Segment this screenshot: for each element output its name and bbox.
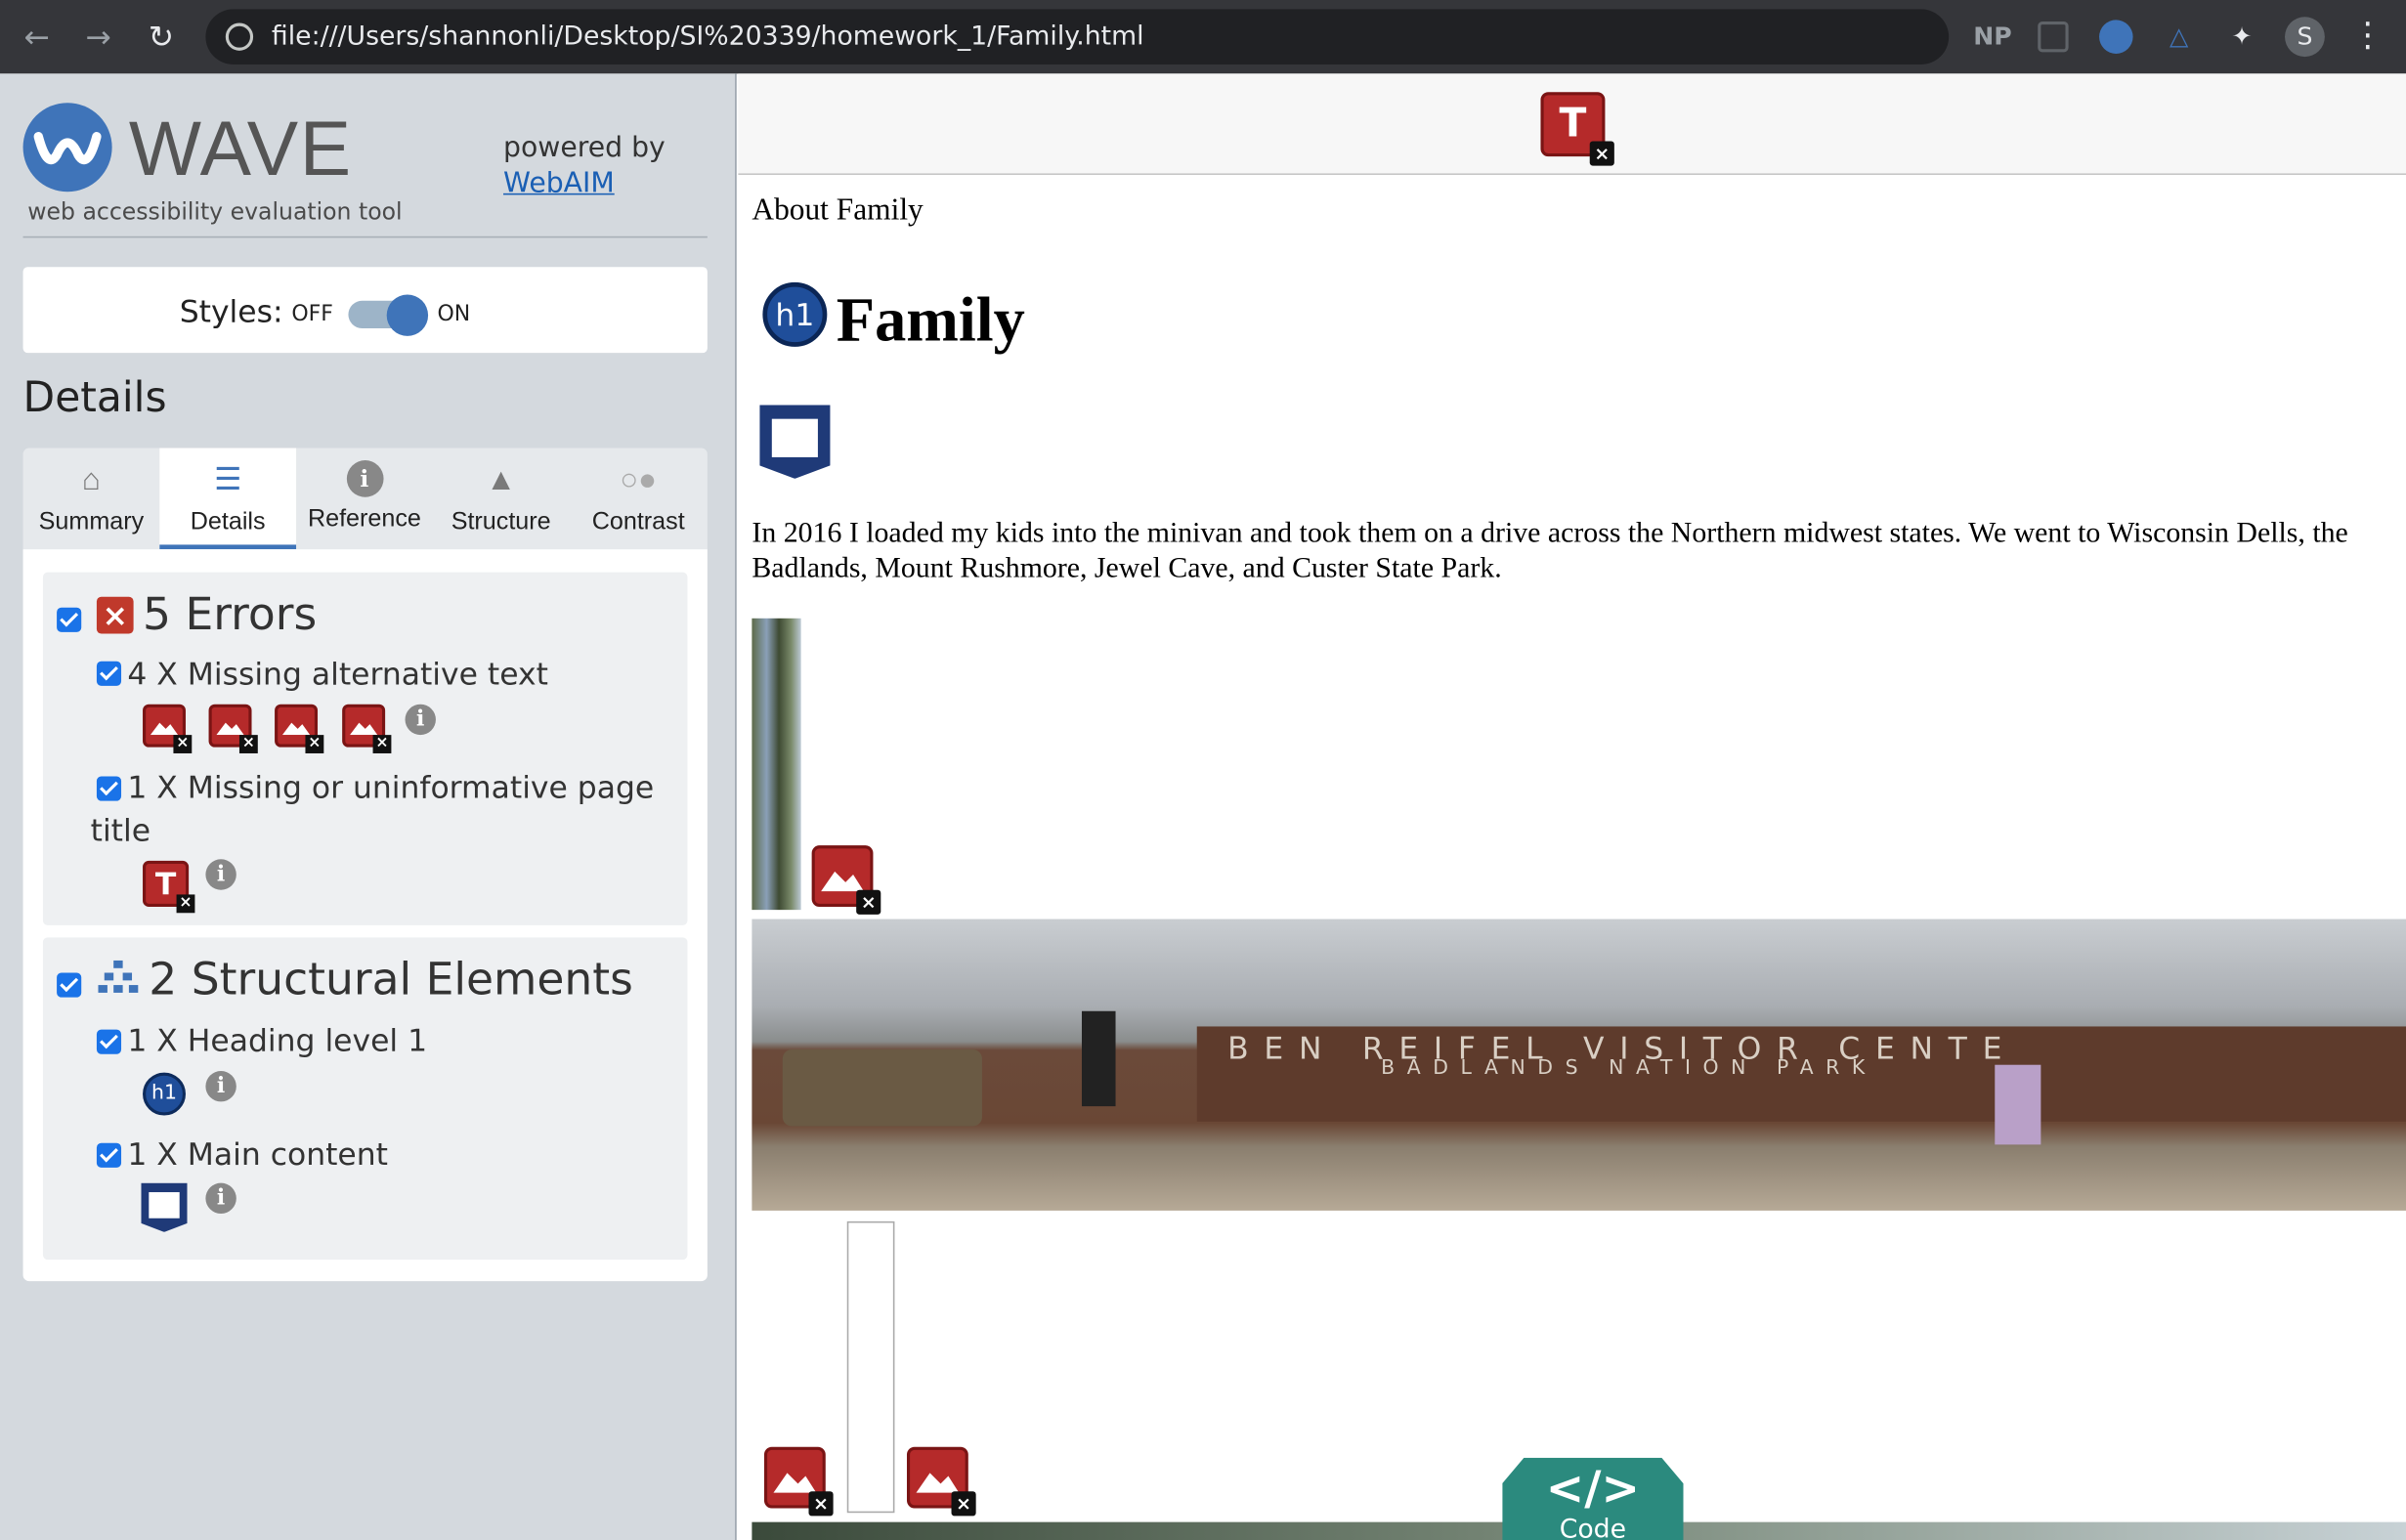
list-icon: ☰ xyxy=(214,463,242,497)
sign-text-line2: BADLANDS NATION PARK xyxy=(1381,1056,1877,1081)
webaim-link[interactable]: WebAIM xyxy=(503,167,615,199)
evaluated-page: T × About Family h1 Family In 2016 I load… xyxy=(738,73,2406,1540)
code-icon: </> xyxy=(1545,1462,1640,1517)
intro-paragraph: In 2016 I loaded my kids into the miniva… xyxy=(752,517,2348,585)
address-bar[interactable]: file:///Users/shannonli/Desktop/SI%20339… xyxy=(205,9,1950,64)
wave-logo-icon xyxy=(22,103,112,192)
site-info-icon[interactable] xyxy=(225,22,254,51)
code-toggle-button[interactable]: </> Code xyxy=(1502,1457,1684,1540)
structure-checkbox[interactable] xyxy=(57,972,82,998)
structure-title: 2 Structural Elements xyxy=(149,953,633,1005)
details-title: Details xyxy=(22,374,167,422)
main-content-info-icon[interactable]: i xyxy=(205,1182,236,1215)
home-icon: ⌂ xyxy=(81,463,101,497)
h1-icon[interactable]: h1 xyxy=(143,1072,186,1116)
page-title-strip: T × xyxy=(738,73,2406,176)
h1-icon[interactable]: h1 xyxy=(762,281,828,347)
missing-alt-icon[interactable]: × xyxy=(906,1446,976,1517)
page-title-info-icon[interactable]: i xyxy=(205,859,236,890)
tab-contrast[interactable]: ○● Contrast xyxy=(570,448,708,549)
errors-group: × 5 Errors 4 X Missing alternative text … xyxy=(42,572,688,925)
structure-hierarchy-icon xyxy=(98,960,139,993)
tab-structure-label: Structure xyxy=(451,509,551,535)
forward-icon[interactable]: → xyxy=(80,19,117,56)
styles-toggle-box: Styles: OFF ON xyxy=(22,267,708,354)
page-title-checkbox[interactable] xyxy=(96,776,122,801)
menu-kebab-icon[interactable]: ⋮ xyxy=(2351,18,2385,56)
url-text: file:///Users/shannonli/Desktop/SI%20339… xyxy=(271,21,1144,53)
wave-tabs: ⌂ Summary ☰ Details i Reference ▲ Struct… xyxy=(22,448,708,550)
page-title-error-icon[interactable]: T × xyxy=(1540,92,1614,166)
family-photo-thin xyxy=(752,618,801,911)
page-title-error-icon[interactable]: T × xyxy=(143,860,195,914)
missing-alt-icon[interactable]: × xyxy=(342,704,392,753)
page-title-label-cont: title xyxy=(90,811,151,849)
styles-off-label: OFF xyxy=(291,302,333,327)
wave-wordmark: WAVE xyxy=(128,106,353,192)
puzzle-extensions-icon[interactable]: ✦ xyxy=(2225,19,2259,56)
divider xyxy=(22,235,708,238)
main-content-checkbox[interactable] xyxy=(96,1142,122,1168)
person-figure xyxy=(1081,1010,1116,1107)
missing-alt-icon[interactable]: × xyxy=(763,1446,834,1517)
badlands-photo: BEN REIFEL VISITOR CENTE BADLANDS NATION… xyxy=(752,919,2406,1211)
heading-info-icon[interactable]: i xyxy=(205,1070,236,1102)
wave-sidebar: WAVE web accessibility evaluation tool p… xyxy=(0,73,737,1540)
reload-icon[interactable]: ↻ xyxy=(143,19,180,56)
info-icon: i xyxy=(346,460,383,497)
main-content-icon[interactable] xyxy=(141,1182,188,1232)
page-heading: Family xyxy=(836,283,1025,355)
structure-group: 2 Structural Elements 1 X Heading level … xyxy=(42,937,688,1261)
main-content-icon[interactable] xyxy=(759,405,831,479)
wave-extension-icon[interactable] xyxy=(2099,20,2133,54)
profile-avatar[interactable]: S xyxy=(2285,17,2325,58)
errors-title: 5 Errors xyxy=(143,587,318,640)
heading-level-label: 1 X Heading level 1 xyxy=(127,1021,428,1059)
powered-by-label: powered by xyxy=(503,132,666,165)
axe-extension-icon[interactable]: △ xyxy=(2162,19,2196,56)
contrast-icon: ○● xyxy=(620,463,658,497)
extension-box-icon[interactable] xyxy=(2038,21,2069,53)
about-link[interactable]: About Family xyxy=(752,193,923,229)
tab-reference-label: Reference xyxy=(307,506,421,533)
missing-alt-icon[interactable]: × xyxy=(275,704,324,753)
park-sign xyxy=(782,1049,982,1127)
missing-alt-label: 4 X Missing alternative text xyxy=(127,655,548,693)
missing-alt-icon[interactable]: × xyxy=(811,845,881,915)
tab-summary-label: Summary xyxy=(38,509,145,535)
missing-alt-checkbox[interactable] xyxy=(96,661,122,686)
back-icon[interactable]: ← xyxy=(19,19,56,56)
np-extension-icon[interactable]: NP xyxy=(1973,19,2011,56)
missing-alt-icon[interactable]: × xyxy=(208,704,258,753)
missing-alt-icon[interactable]: × xyxy=(143,704,193,753)
styles-toggle-knob[interactable] xyxy=(386,294,429,336)
styles-label: Styles: xyxy=(179,292,283,330)
missing-alt-info-icon[interactable]: i xyxy=(405,704,436,736)
browser-toolbar: ← → ↻ file:///Users/shannonli/Desktop/SI… xyxy=(0,0,2406,74)
error-x-icon: × xyxy=(96,596,134,634)
errors-checkbox[interactable] xyxy=(57,607,82,632)
blank-image xyxy=(846,1220,895,1514)
details-panel: × 5 Errors 4 X Missing alternative text … xyxy=(22,549,708,1282)
wave-tagline: web accessibility evaluation tool xyxy=(27,197,403,226)
code-label: Code xyxy=(1559,1514,1627,1540)
heading-checkbox[interactable] xyxy=(96,1029,122,1054)
styles-on-label: ON xyxy=(437,302,471,327)
tab-summary[interactable]: ⌂ Summary xyxy=(23,448,160,549)
tab-reference[interactable]: i Reference xyxy=(296,448,433,549)
tab-contrast-label: Contrast xyxy=(591,509,685,535)
tab-structure[interactable]: ▲ Structure xyxy=(433,448,570,549)
tab-details[interactable]: ☰ Details xyxy=(159,448,297,550)
tab-details-label: Details xyxy=(190,509,266,535)
main-content-label: 1 X Main content xyxy=(127,1134,388,1173)
page-title-label: 1 X Missing or uninformative page xyxy=(127,768,655,806)
hierarchy-icon: ▲ xyxy=(486,463,517,497)
person-figure xyxy=(1995,1064,2041,1145)
